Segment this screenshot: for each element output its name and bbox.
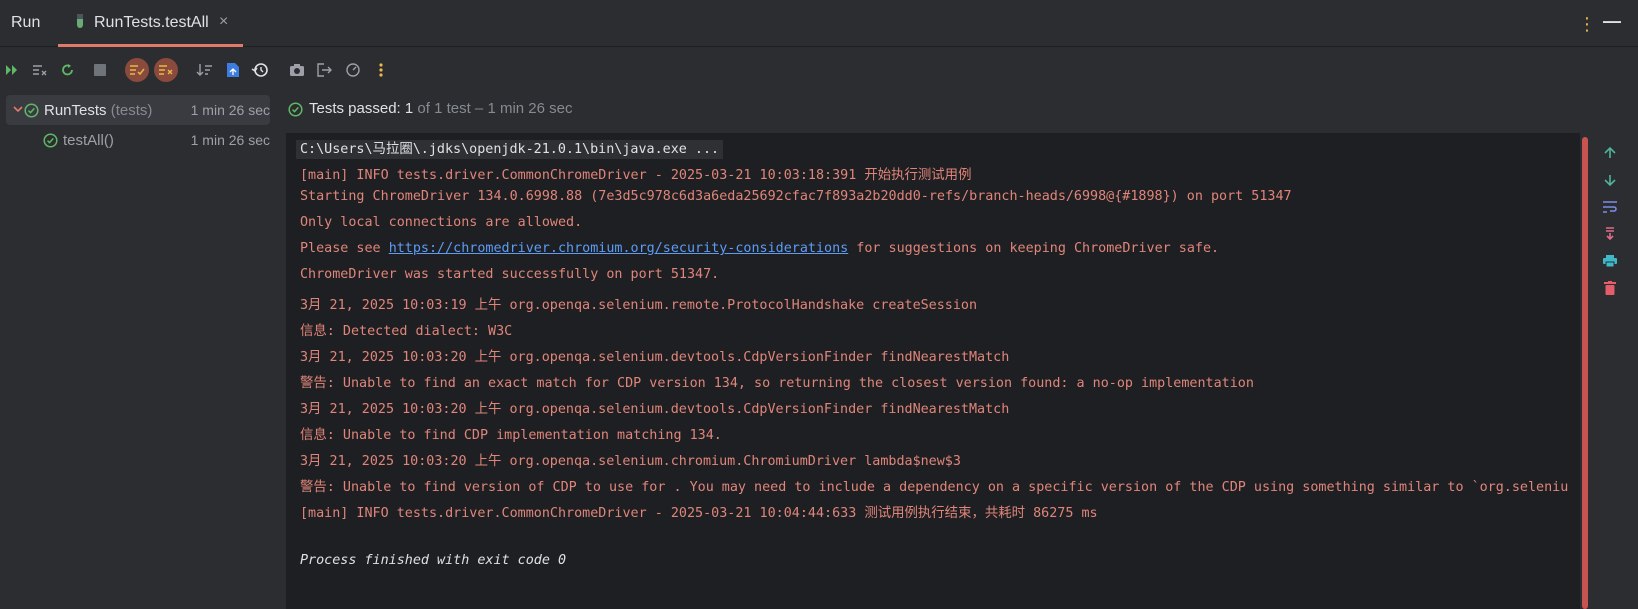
- arrow-down-icon[interactable]: [1598, 168, 1622, 192]
- console-line: Please see https://chromedriver.chromium…: [300, 241, 1219, 256]
- duration-label: 1 min 26 sec: [190, 132, 270, 148]
- console-line: 3月 21, 2025 10:03:20 上午 org.openqa.selen…: [300, 350, 1010, 365]
- console-line: C:\Users\马拉圈\.jdks\openjdk-21.0.1\bin\ja…: [296, 137, 724, 159]
- console-line: [main] INFO tests.driver.CommonChromeDri…: [300, 506, 1098, 521]
- active-tab-indicator: [58, 44, 243, 47]
- clear-icon[interactable]: [28, 58, 52, 82]
- trash-icon[interactable]: [1598, 276, 1622, 300]
- console-line: [main] INFO tests.driver.CommonChromeDri…: [300, 168, 972, 183]
- more-icon[interactable]: [369, 58, 393, 82]
- security-link[interactable]: https://chromedriver.chromium.org/securi…: [389, 241, 849, 256]
- stop-icon[interactable]: [88, 58, 112, 82]
- exit-icon[interactable]: [312, 58, 336, 82]
- tree-item-label: RunTests (tests): [44, 102, 152, 119]
- console-line: 3月 21, 2025 10:03:19 上午 org.openqa.selen…: [300, 298, 978, 313]
- console-line: ChromeDriver was started successfully on…: [300, 267, 720, 282]
- console-line: 警告: Unable to find an exact match for CD…: [300, 376, 1254, 391]
- status-suffix: of 1 test – 1 min 26 sec: [413, 100, 573, 117]
- screenshot-icon[interactable]: [285, 58, 309, 82]
- console-line: 信息: Detected dialect: W3C: [300, 324, 513, 339]
- suite-qualifier: (tests): [110, 102, 153, 119]
- test-passed-icon: [288, 102, 303, 117]
- tree-item-runtests[interactable]: RunTests (tests) 1 min 26 sec: [6, 95, 270, 125]
- more-options-icon[interactable]: ⋮: [1578, 14, 1596, 34]
- console-scrollbar[interactable]: [1582, 137, 1588, 609]
- console-line: 3月 21, 2025 10:03:20 上午 org.openqa.selen…: [300, 402, 1010, 417]
- suite-name: RunTests: [44, 102, 107, 119]
- console-line: Process finished with exit code 0: [300, 553, 567, 568]
- show-ignored-icon[interactable]: [154, 58, 178, 82]
- coverage-icon[interactable]: [341, 58, 365, 82]
- command-line[interactable]: C:\Users\马拉圈\.jdks\openjdk-21.0.1\bin\ja…: [296, 140, 724, 159]
- run-window-title: Run: [11, 14, 41, 31]
- test-name: testAll(): [63, 132, 114, 149]
- show-passed-icon[interactable]: [125, 58, 149, 82]
- test-tube-icon: [77, 14, 83, 28]
- console-output[interactable]: C:\Users\马拉圈\.jdks\openjdk-21.0.1\bin\ja…: [286, 133, 1580, 609]
- rerun-icon[interactable]: [56, 58, 80, 82]
- export-icon[interactable]: [221, 58, 245, 82]
- run-toolbar: [0, 48, 1638, 94]
- status-prefix: Tests passed:: [309, 100, 405, 117]
- soft-wrap-icon[interactable]: [1598, 195, 1622, 219]
- console-line: Starting ChromeDriver 134.0.6998.88 (7e3…: [300, 189, 1292, 204]
- minimize-icon[interactable]: —: [1603, 11, 1621, 31]
- scroll-to-end-icon[interactable]: [1598, 222, 1622, 246]
- passed-count: 1: [404, 100, 414, 117]
- console-line: 3月 21, 2025 10:03:20 上午 org.openqa.selen…: [300, 454, 961, 469]
- sort-icon[interactable]: [193, 58, 217, 82]
- tree-item-testall[interactable]: testAll() 1 min 26 sec: [6, 125, 270, 155]
- status-text: Tests passed: 1 of 1 test – 1 min 26 sec: [309, 100, 573, 117]
- test-passed-icon: [43, 133, 58, 148]
- console-text: Please see: [300, 241, 389, 256]
- tab-close-icon[interactable]: ×: [219, 13, 228, 31]
- tool-window-header: Run RunTests.testAll × ⋮ —: [0, 0, 1638, 47]
- console-line: Only local connections are allowed.: [300, 215, 583, 230]
- arrow-up-icon[interactable]: [1598, 141, 1622, 165]
- chevron-down-icon[interactable]: [12, 103, 24, 115]
- history-icon[interactable]: [248, 58, 272, 82]
- duration-label: 1 min 26 sec: [190, 102, 270, 118]
- rerun-failed-icon[interactable]: [0, 58, 24, 82]
- tab-label: RunTests.testAll: [94, 14, 209, 31]
- test-results-tree: RunTests (tests) 1 min 26 sec testAll() …: [0, 94, 283, 609]
- console-text: for suggestions on keeping ChromeDriver …: [848, 241, 1220, 256]
- print-icon[interactable]: [1598, 249, 1622, 273]
- console-line: 信息: Unable to find CDP implementation ma…: [300, 428, 722, 443]
- console-line: 警告: Unable to find version of CDP to use…: [300, 480, 1569, 495]
- tab-run-tests-testall[interactable]: RunTests.testAll ×: [58, 0, 243, 47]
- test-passed-icon: [24, 103, 39, 118]
